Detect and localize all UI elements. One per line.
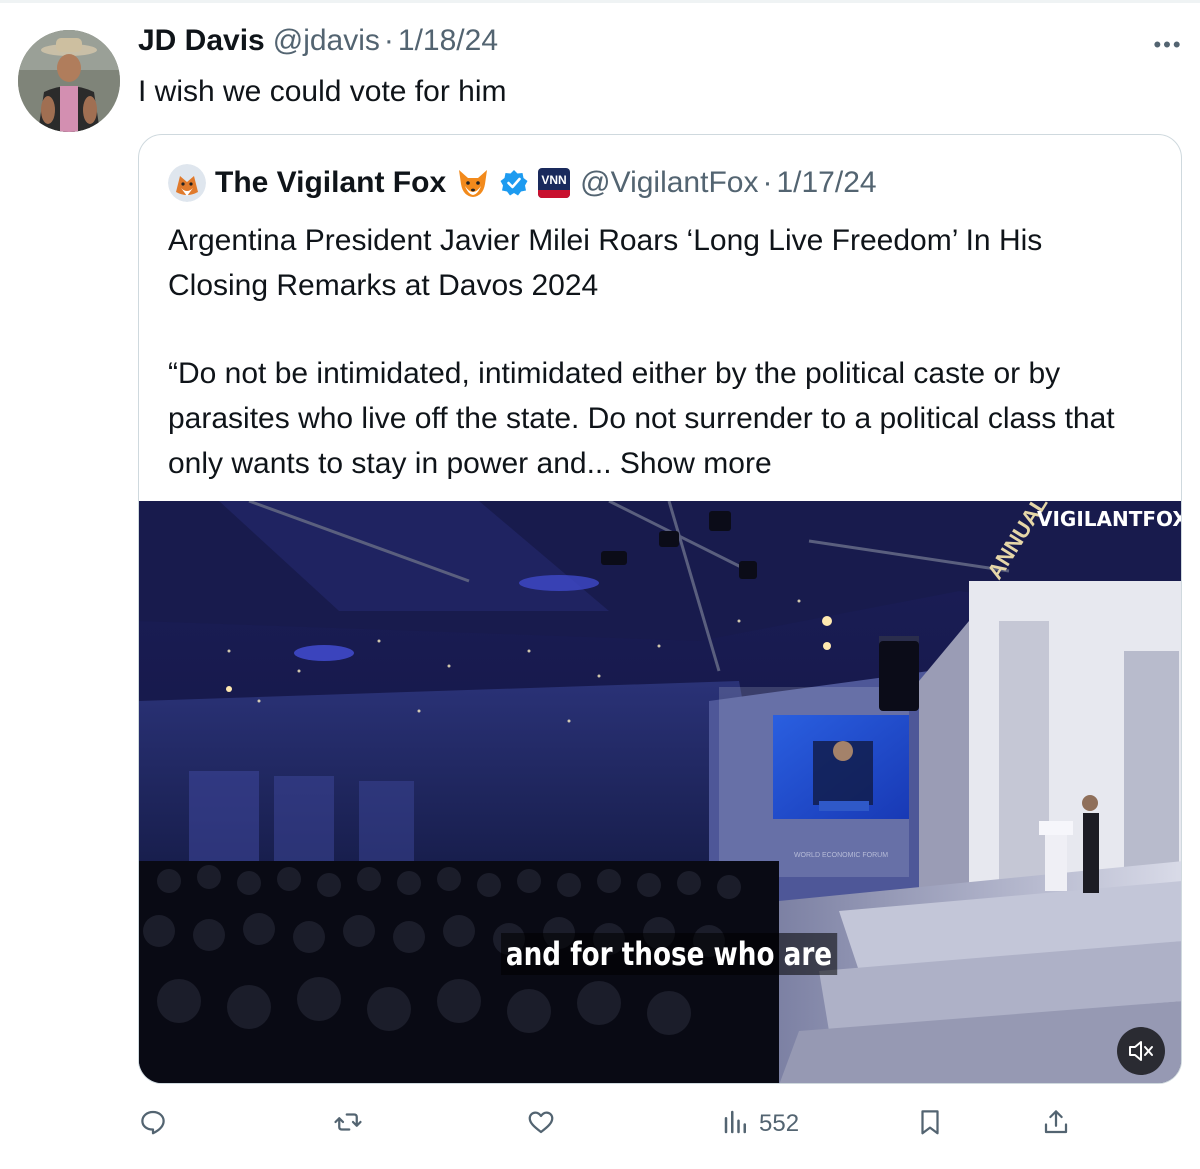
bookmark-icon: [915, 1107, 945, 1142]
author-handle[interactable]: @jdavis: [273, 24, 380, 58]
video-player[interactable]: ANNUAL WORLD ECONOMIC FORUM VIGILANTFOX …: [139, 501, 1182, 1083]
share-button[interactable]: [1041, 1100, 1071, 1148]
quoted-author-avatar[interactable]: [168, 164, 206, 202]
show-more-link[interactable]: Show more: [620, 447, 772, 480]
top-divider: [0, 0, 1200, 3]
quoted-tweet-date[interactable]: 1/17/24: [776, 166, 876, 200]
verified-icon: [500, 169, 528, 197]
views-button[interactable]: 552: [721, 1100, 799, 1148]
tweet-date[interactable]: 1/18/24: [398, 24, 498, 58]
tweet-text: I wish we could vote for him: [138, 75, 507, 108]
like-button[interactable]: [526, 1100, 556, 1148]
quoted-tweet-title: Argentina President Javier Milei Roars ‘…: [168, 224, 1043, 302]
more-icon[interactable]: •••: [1148, 30, 1188, 60]
author-avatar[interactable]: [18, 30, 120, 132]
quoted-tweet-card[interactable]: The Vigilant Fox VNN @VigilantFox · 1/17…: [138, 134, 1182, 1084]
retweet-button[interactable]: [333, 1100, 363, 1148]
quoted-author-name[interactable]: The Vigilant Fox: [215, 166, 446, 200]
header-separator: ·: [383, 24, 394, 57]
quoted-author-handle[interactable]: @VigilantFox: [580, 166, 758, 200]
affiliate-badge-text: VNN: [541, 173, 566, 187]
author-name[interactable]: JD Davis: [138, 24, 265, 58]
quoted-tweet-header: The Vigilant Fox VNN @VigilantFox · 1/17…: [168, 161, 877, 205]
quoted-tweet-body: “Do not be intimidated, intimidated eith…: [168, 351, 1158, 486]
reply-icon: [138, 1107, 168, 1142]
video-frame: ANNUAL WORLD ECONOMIC FORUM: [139, 501, 1181, 1083]
bookmark-button[interactable]: [915, 1100, 945, 1148]
tweet-header: JD Davis @jdavis · 1/18/24: [138, 24, 498, 66]
affiliate-badge[interactable]: VNN: [538, 168, 571, 198]
fox-emoji-icon: [456, 166, 490, 200]
mute-icon[interactable]: [1117, 1027, 1165, 1075]
video-watermark: VIGILANTFOX: [1037, 507, 1182, 531]
video-caption: and for those who are: [501, 933, 837, 975]
views-icon: [721, 1107, 751, 1142]
retweet-icon: [333, 1107, 363, 1142]
like-icon: [526, 1107, 556, 1142]
views-count: 552: [759, 1110, 800, 1137]
signage-forum: WORLD ECONOMIC FORUM: [794, 852, 888, 859]
reply-button[interactable]: [138, 1100, 168, 1148]
share-icon: [1041, 1107, 1071, 1142]
quoted-header-separator: ·: [762, 166, 773, 199]
